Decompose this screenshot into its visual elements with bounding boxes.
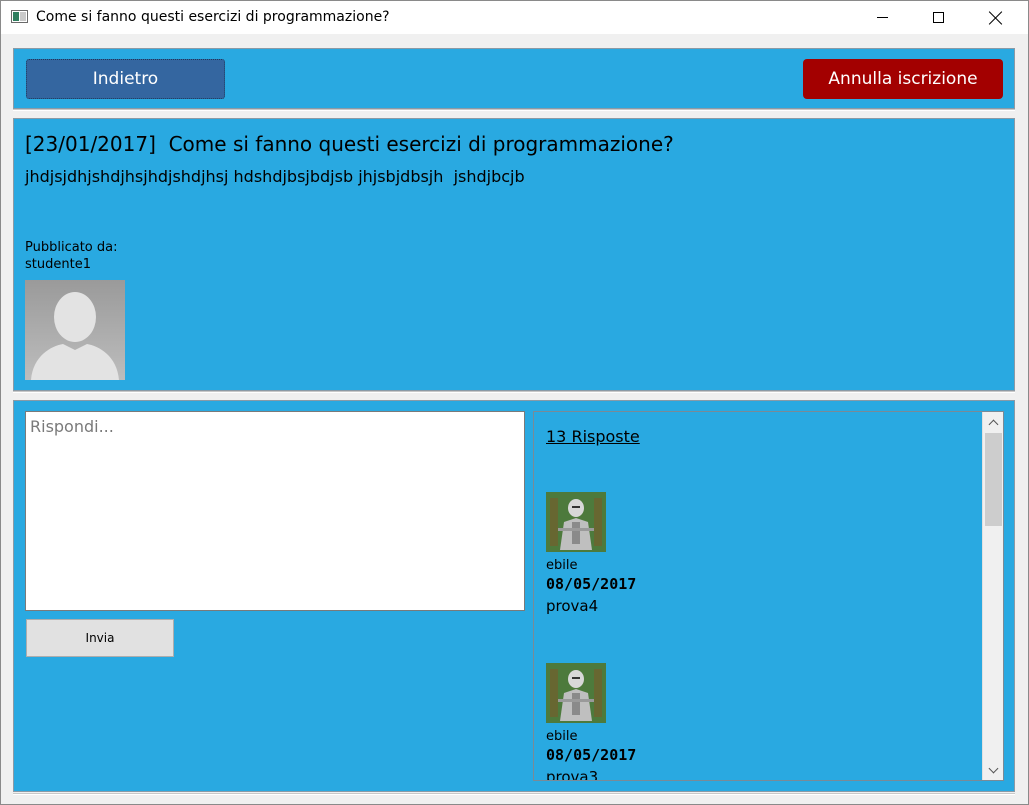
window-title: Come si fanno questi esercizi di program… bbox=[36, 9, 390, 25]
minimize-button[interactable] bbox=[853, 1, 911, 34]
scroll-down-button[interactable] bbox=[983, 760, 1003, 780]
reply-panel: Invia 13 Risposte bbox=[13, 400, 1015, 792]
reply-textarea[interactable] bbox=[25, 411, 525, 611]
toolbar-panel: Indietro Annulla iscrizione bbox=[13, 48, 1015, 109]
chevron-down-icon bbox=[988, 763, 998, 773]
answer-item: ebile 08/05/2017 prova4 bbox=[546, 492, 966, 615]
title-bar: Come si fanno questi esercizi di program… bbox=[1, 1, 1028, 34]
divider bbox=[13, 109, 1015, 111]
answer-text: prova4 bbox=[546, 597, 599, 615]
answers-list[interactable]: 13 Risposte ebile 08/05/2017 prova4 ebil… bbox=[533, 411, 1004, 781]
minimize-icon bbox=[876, 17, 888, 18]
send-button[interactable]: Invia bbox=[26, 619, 174, 657]
app-icon bbox=[11, 10, 28, 23]
post-body: jhdjsjdhjshdjhsjhdjshdjhsj hdshdjbsjbdjs… bbox=[25, 167, 525, 186]
chevron-up-icon bbox=[988, 419, 998, 429]
maximize-button[interactable] bbox=[909, 1, 967, 34]
posted-by-label: Pubblicato da: bbox=[25, 240, 118, 255]
post-panel: [23/01/2017] Come si fanno questi eserci… bbox=[13, 118, 1015, 391]
answers-scrollbar[interactable] bbox=[982, 412, 1003, 780]
author-avatar bbox=[25, 280, 125, 380]
answer-text: prova3 bbox=[546, 768, 599, 780]
app-window: Come si fanno questi esercizi di program… bbox=[0, 0, 1029, 805]
scroll-up-button[interactable] bbox=[983, 412, 1003, 432]
answer-user: ebile bbox=[546, 729, 578, 744]
answer-avatar bbox=[546, 663, 606, 723]
answers-count-link[interactable]: 13 Risposte bbox=[546, 427, 640, 446]
close-button[interactable] bbox=[967, 1, 1025, 34]
scroll-thumb[interactable] bbox=[985, 433, 1002, 526]
answer-date: 08/05/2017 bbox=[546, 746, 637, 764]
unsubscribe-button[interactable]: Annulla iscrizione bbox=[803, 59, 1003, 99]
knight-avatar-icon bbox=[546, 663, 606, 723]
divider bbox=[13, 793, 1015, 795]
answer-item: ebile 08/05/2017 prova3 bbox=[546, 663, 966, 780]
answer-date: 08/05/2017 bbox=[546, 575, 637, 593]
answer-user: ebile bbox=[546, 558, 578, 573]
close-icon bbox=[989, 11, 1003, 25]
post-title: [23/01/2017] Come si fanno questi eserci… bbox=[25, 132, 674, 156]
author-name: studente1 bbox=[25, 257, 91, 272]
divider bbox=[13, 391, 1015, 393]
answer-avatar bbox=[546, 492, 606, 552]
maximize-icon bbox=[932, 12, 944, 23]
knight-avatar-icon bbox=[546, 492, 606, 552]
user-placeholder-icon bbox=[25, 280, 125, 380]
back-button[interactable]: Indietro bbox=[26, 59, 225, 99]
